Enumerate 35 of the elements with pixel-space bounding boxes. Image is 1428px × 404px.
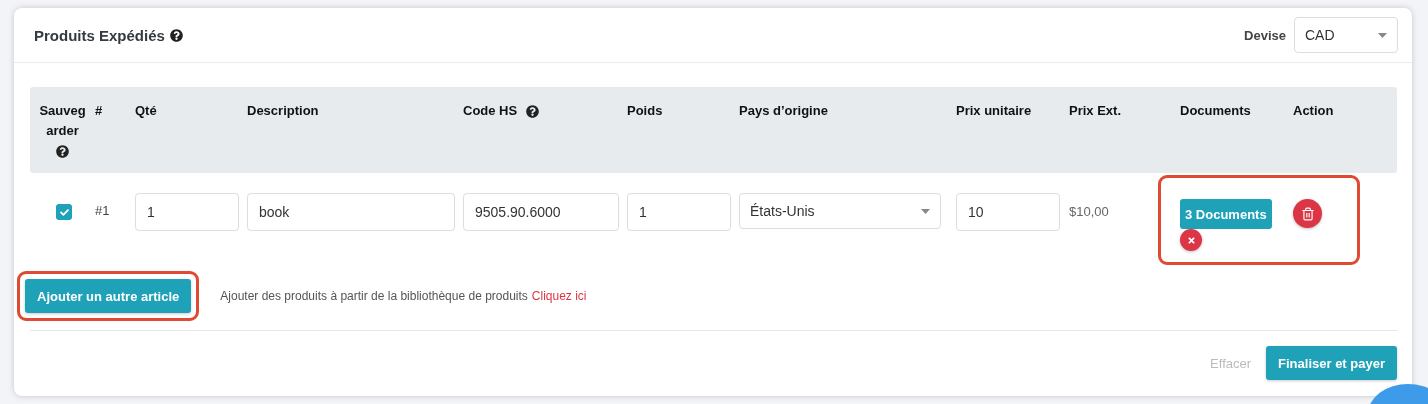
caret-icon xyxy=(921,208,930,214)
country-select[interactable]: États-Unis xyxy=(739,193,941,229)
section-title: Produits Expédiés xyxy=(34,26,165,44)
hs-code-field[interactable]: 9505.90.6000 xyxy=(463,193,619,231)
check-icon xyxy=(59,207,69,217)
delete-button[interactable] xyxy=(1293,199,1322,228)
column-header: # xyxy=(95,102,103,120)
column-header: Action xyxy=(1293,102,1334,120)
column-header: Poids xyxy=(627,102,663,120)
column-header: Prix unitaire xyxy=(956,102,1032,120)
remove-documents-button[interactable] xyxy=(1180,229,1202,251)
column-header: Sauvegarder xyxy=(38,102,87,140)
column-header: Prix Ext. xyxy=(1069,102,1122,120)
unit-price-field[interactable]: 10 xyxy=(956,193,1060,231)
description-field[interactable]: book xyxy=(247,193,455,231)
help-icon[interactable] xyxy=(169,28,183,42)
caret-icon xyxy=(1378,32,1387,38)
trash-icon xyxy=(1300,206,1315,221)
help-icon[interactable] xyxy=(526,104,540,118)
library-text: Ajouter des produits à partir de la bibliothèque de produits xyxy=(220,289,528,303)
column-header: Documents xyxy=(1180,102,1251,120)
currency-label: Devise xyxy=(1244,27,1286,43)
close-icon xyxy=(1186,235,1196,245)
click-here-link[interactable]: Cliquez ici xyxy=(531,289,587,303)
quantity-field[interactable]: 1 xyxy=(135,193,239,231)
weight-field[interactable]: 1 xyxy=(627,193,731,231)
currency-select[interactable]: CAD xyxy=(1294,17,1398,53)
column-header: Qté xyxy=(135,102,157,120)
help-icon[interactable] xyxy=(56,145,69,158)
column-header: Code HS xyxy=(463,102,518,120)
column-header: Pays d’origine xyxy=(739,102,828,120)
row-number: #1 xyxy=(95,203,110,218)
extended-price: $10,00 xyxy=(1069,204,1109,219)
column-header: Description xyxy=(247,102,319,120)
save-checkbox[interactable] xyxy=(56,204,72,220)
